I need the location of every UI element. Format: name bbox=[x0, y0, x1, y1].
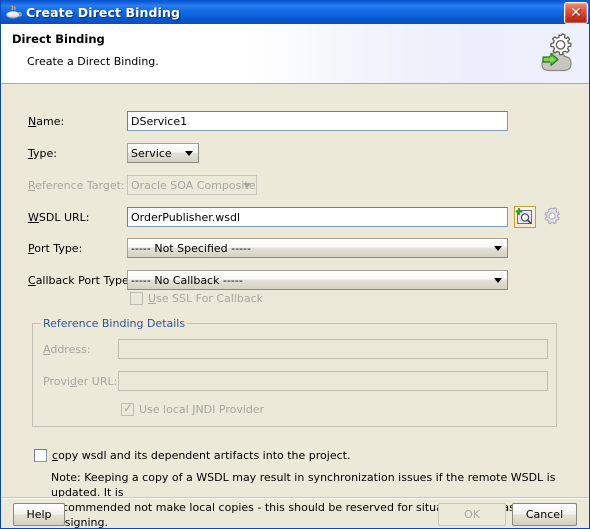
chevron-down-icon bbox=[494, 278, 502, 283]
name-input[interactable] bbox=[127, 111, 508, 131]
port-type-label: Port Type: bbox=[28, 242, 83, 255]
jdeveloper-app-icon bbox=[4, 3, 22, 21]
chevron-down-icon bbox=[243, 183, 251, 188]
type-combobox-value: Service bbox=[131, 146, 172, 160]
help-button[interactable]: Help bbox=[13, 503, 65, 526]
window-title: Create Direct Binding bbox=[26, 4, 180, 20]
close-button[interactable]: ✕ bbox=[564, 2, 588, 24]
generate-wsdl-gear-icon bbox=[544, 207, 560, 225]
find-wsdl-icon-button[interactable] bbox=[514, 206, 536, 228]
close-icon: ✕ bbox=[570, 5, 582, 21]
copy-wsdl-label: copy wsdl and its dependent artifacts in… bbox=[52, 449, 351, 462]
button-bar-separator bbox=[1, 497, 589, 499]
callback-port-type-combobox-value: ----- No Callback ----- bbox=[131, 273, 243, 287]
port-type-combobox[interactable]: ----- Not Specified ----- bbox=[127, 238, 508, 258]
ok-button: OK bbox=[438, 503, 506, 526]
provider-url-label: Provider URL: bbox=[43, 375, 118, 388]
type-combobox[interactable]: Service bbox=[127, 143, 199, 163]
address-label: Address: bbox=[43, 343, 91, 356]
header-subtitle: Create a Direct Binding. bbox=[27, 55, 159, 68]
reference-binding-details-group: Reference Binding Details Address: Provi… bbox=[32, 317, 557, 427]
cancel-button[interactable]: Cancel bbox=[512, 503, 577, 526]
provider-url-input bbox=[118, 371, 548, 391]
wsdl-url-label: WSDL URL: bbox=[28, 211, 90, 224]
generate-wsdl-gear-icon-button[interactable] bbox=[542, 206, 564, 228]
use-local-jndi-label: Use local JNDI Provider bbox=[139, 403, 265, 416]
name-label: Name: bbox=[28, 115, 65, 128]
dialog-header: Direct Binding Create a Direct Binding. bbox=[1, 24, 589, 84]
help-button-label: Help bbox=[26, 508, 52, 521]
port-type-combobox-value: ----- Not Specified ----- bbox=[131, 241, 251, 255]
dialog-body: Name: Type: Service Reference Target: Or… bbox=[1, 85, 589, 528]
header-title: Direct Binding bbox=[12, 32, 105, 46]
use-ssl-for-callback-checkbox bbox=[130, 292, 143, 305]
reference-target-label: Reference Target: bbox=[28, 179, 125, 192]
chevron-down-icon bbox=[185, 151, 193, 156]
direct-binding-gear-cloud-icon bbox=[529, 29, 579, 79]
copy-wsdl-checkbox[interactable] bbox=[34, 449, 47, 462]
use-ssl-for-callback-label: Use SSL For Callback bbox=[148, 292, 264, 305]
type-label: Type: bbox=[28, 147, 57, 160]
wsdl-url-input[interactable] bbox=[127, 207, 508, 227]
chevron-down-icon bbox=[494, 246, 502, 251]
callback-port-type-combobox[interactable]: ----- No Callback ----- bbox=[127, 270, 508, 290]
address-input bbox=[118, 339, 548, 359]
find-wsdl-icon bbox=[515, 207, 532, 225]
cancel-button-label: Cancel bbox=[525, 508, 564, 521]
callback-port-type-label: Callback Port Type: bbox=[28, 274, 133, 287]
ok-button-label: OK bbox=[464, 508, 480, 521]
use-local-jndi-checkbox: ✓ bbox=[121, 401, 134, 416]
reference-binding-details-legend: Reference Binding Details bbox=[41, 317, 188, 330]
reference-target-combobox: Oracle SOA Composite bbox=[127, 175, 257, 195]
create-direct-binding-dialog: Create Direct Binding ✕ Direct Binding C… bbox=[0, 0, 590, 529]
title-bar: Create Direct Binding ✕ bbox=[1, 0, 589, 24]
note-line-1: Note: Keeping a copy of a WSDL may resul… bbox=[51, 471, 556, 499]
reference-target-combobox-value: Oracle SOA Composite bbox=[131, 178, 256, 192]
check-icon: ✓ bbox=[123, 401, 134, 415]
